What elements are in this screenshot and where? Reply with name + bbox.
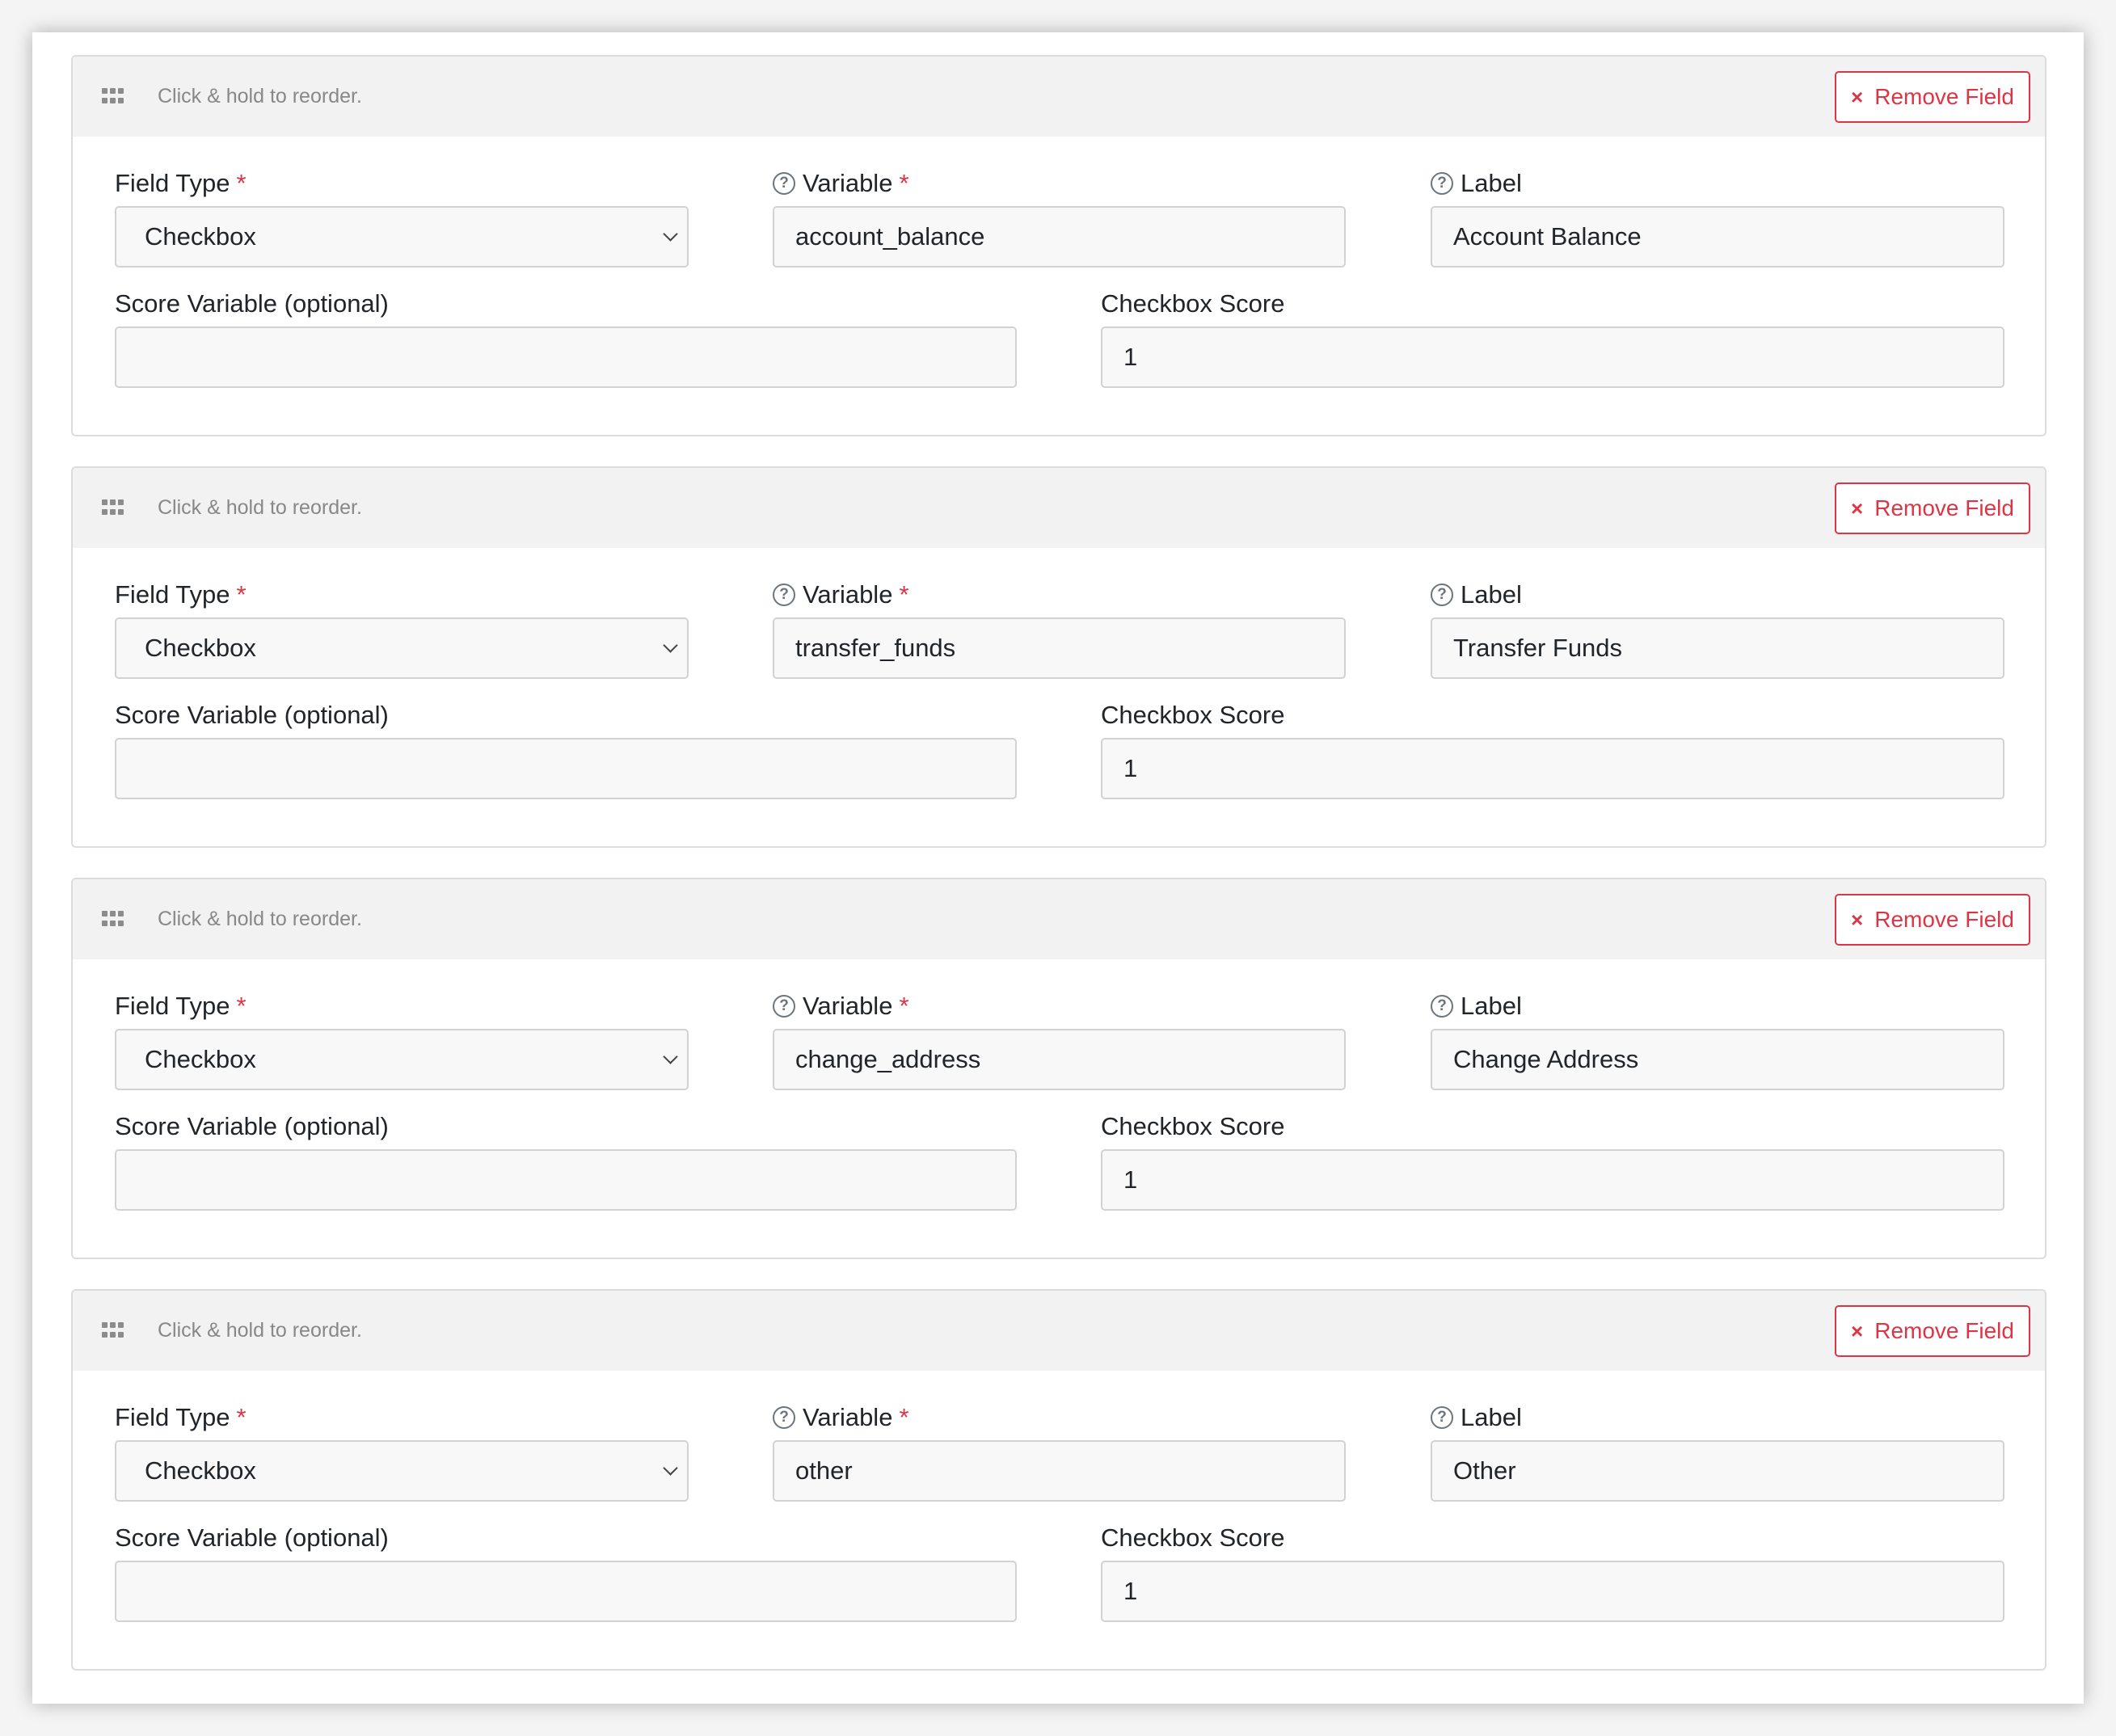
required-marker: * <box>899 169 909 197</box>
field-card: Click & hold to reorder. × Remove Field … <box>71 1289 2046 1671</box>
variable-label: ? Variable * <box>773 992 909 1021</box>
help-icon[interactable]: ? <box>773 1406 795 1429</box>
drag-handle-icon[interactable] <box>102 499 124 516</box>
field-card: Click & hold to reorder. × Remove Field … <box>71 878 2046 1259</box>
drag-handle-icon[interactable] <box>102 88 124 104</box>
help-icon[interactable]: ? <box>1431 172 1453 195</box>
label-label: ? Label <box>1431 580 1522 609</box>
score-variable-input[interactable] <box>115 1149 1017 1211</box>
remove-field-label: Remove Field <box>1874 495 2014 520</box>
checkbox-score-input[interactable]: 1 <box>1101 1561 2004 1622</box>
reorder-hint: Click & hold to reorder. <box>158 908 362 930</box>
score-variable-label: Score Variable (optional) <box>115 1112 389 1140</box>
score-variable-input[interactable] <box>115 327 1017 388</box>
field-card-header[interactable]: Click & hold to reorder. × Remove Field <box>73 879 2045 959</box>
help-icon[interactable]: ? <box>1431 995 1453 1018</box>
checkbox-score-label: Checkbox Score <box>1101 701 1285 729</box>
help-icon[interactable]: ? <box>1431 584 1453 606</box>
score-variable-label: Score Variable (optional) <box>115 1523 389 1552</box>
variable-label: ? Variable * <box>773 1403 909 1432</box>
chevron-down-icon <box>663 638 678 653</box>
label-label: ? Label <box>1431 169 1522 198</box>
checkbox-score-label: Checkbox Score <box>1101 289 1285 318</box>
variable-input[interactable]: change_address <box>773 1029 1346 1090</box>
required-marker: * <box>899 992 909 1020</box>
score-variable-input[interactable] <box>115 738 1017 799</box>
label-label: ? Label <box>1431 1403 1522 1432</box>
chevron-down-icon <box>663 1460 678 1476</box>
checkbox-score-input[interactable]: 1 <box>1101 1149 2004 1211</box>
checkbox-score-input[interactable]: 1 <box>1101 738 2004 799</box>
score-variable-input[interactable] <box>115 1561 1017 1622</box>
remove-field-button[interactable]: × Remove Field <box>1835 71 2030 123</box>
close-icon: × <box>1851 85 1864 109</box>
required-marker: * <box>236 169 247 197</box>
required-marker: * <box>236 580 247 609</box>
chevron-down-icon <box>663 226 678 242</box>
label-input[interactable]: Other <box>1431 1440 2004 1502</box>
score-variable-label: Score Variable (optional) <box>115 289 389 318</box>
label-input[interactable]: Transfer Funds <box>1431 617 2004 679</box>
field-type-select[interactable]: Checkbox <box>115 1440 689 1502</box>
field-type-select[interactable]: Checkbox <box>115 617 689 679</box>
help-icon[interactable]: ? <box>773 995 795 1018</box>
remove-field-button[interactable]: × Remove Field <box>1835 1305 2030 1357</box>
checkbox-score-label: Checkbox Score <box>1101 1523 1285 1552</box>
remove-field-label: Remove Field <box>1874 84 2014 109</box>
label-input[interactable]: Account Balance <box>1431 206 2004 268</box>
reorder-hint: Click & hold to reorder. <box>158 85 362 107</box>
chevron-down-icon <box>663 1049 678 1064</box>
required-marker: * <box>236 992 247 1020</box>
variable-input[interactable]: other <box>773 1440 1346 1502</box>
drag-handle-icon[interactable] <box>102 911 124 927</box>
drag-handle-icon[interactable] <box>102 1322 124 1338</box>
required-marker: * <box>899 580 909 609</box>
variable-input[interactable]: account_balance <box>773 206 1346 268</box>
close-icon: × <box>1851 908 1864 932</box>
help-icon[interactable]: ? <box>1431 1406 1453 1429</box>
variable-input[interactable]: transfer_funds <box>773 617 1346 679</box>
field-type-select[interactable]: Checkbox <box>115 1029 689 1090</box>
field-list-panel: Click & hold to reorder. × Remove Field … <box>32 32 2084 1704</box>
reorder-hint: Click & hold to reorder. <box>158 496 362 519</box>
variable-label: ? Variable * <box>773 580 909 609</box>
help-icon[interactable]: ? <box>773 584 795 606</box>
label-input[interactable]: Change Address <box>1431 1029 2004 1090</box>
reorder-hint: Click & hold to reorder. <box>158 1319 362 1342</box>
remove-field-button[interactable]: × Remove Field <box>1835 894 2030 946</box>
checkbox-score-input[interactable]: 1 <box>1101 327 2004 388</box>
close-icon: × <box>1851 496 1864 520</box>
required-marker: * <box>236 1403 247 1431</box>
field-card-header[interactable]: Click & hold to reorder. × Remove Field <box>73 468 2045 548</box>
field-card: Click & hold to reorder. × Remove Field … <box>71 55 2046 436</box>
label-label: ? Label <box>1431 992 1522 1021</box>
variable-label: ? Variable * <box>773 169 909 198</box>
field-type-label: Field Type * <box>115 1403 247 1431</box>
field-type-select[interactable]: Checkbox <box>115 206 689 268</box>
required-marker: * <box>899 1403 909 1431</box>
checkbox-score-label: Checkbox Score <box>1101 1112 1285 1140</box>
score-variable-label: Score Variable (optional) <box>115 701 389 729</box>
field-card: Click & hold to reorder. × Remove Field … <box>71 466 2046 848</box>
field-type-label: Field Type * <box>115 169 247 197</box>
remove-field-button[interactable]: × Remove Field <box>1835 482 2030 534</box>
remove-field-label: Remove Field <box>1874 907 2014 932</box>
help-icon[interactable]: ? <box>773 172 795 195</box>
field-type-label: Field Type * <box>115 992 247 1020</box>
close-icon: × <box>1851 1319 1864 1343</box>
remove-field-label: Remove Field <box>1874 1318 2014 1343</box>
field-card-header[interactable]: Click & hold to reorder. × Remove Field <box>73 1291 2045 1371</box>
field-type-label: Field Type * <box>115 580 247 609</box>
field-card-header[interactable]: Click & hold to reorder. × Remove Field <box>73 57 2045 137</box>
